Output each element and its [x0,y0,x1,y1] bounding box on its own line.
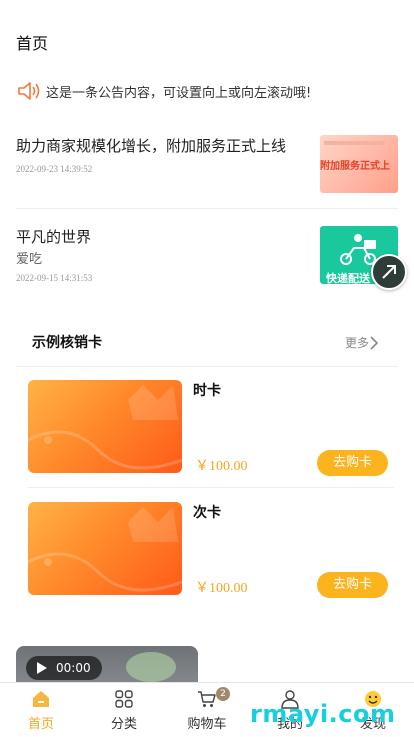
watermark: rmayi.com [250,700,396,728]
news-subtitle: 爱吃 [16,252,43,267]
tab-home[interactable]: 首页 [0,683,82,737]
video-time-pill[interactable]: 00:00 [26,656,102,680]
announcement-text: 这是一条公告内容，可设置向上或向左滚动哦! [46,85,312,101]
more-label: 更多 [345,336,370,350]
tab-label: 购物车 [187,717,227,732]
tab-category[interactable]: 分类 [83,683,165,737]
cart-icon [198,691,216,707]
news-title: 助力商家规模化增长，附加服务正式上线 [16,137,287,155]
news-thumbnail: 附加服务正式上 [320,135,398,193]
video-time: 00:00 [56,661,91,675]
more-link[interactable]: 更多 [345,334,379,351]
chevron-right-icon [370,335,379,350]
news-date: 2022-09-23 14:39:52 [16,164,93,174]
news-date: 2022-09-15 14:31:53 [16,273,93,283]
video-thumbnail-decoration [126,652,176,682]
divider [16,208,398,209]
news-title: 平凡的世界 [16,228,92,246]
tab-cart[interactable]: 2 购物车 [166,683,248,737]
card-name: 次卡 [193,505,221,521]
card-price: ￥100.00 [195,459,248,474]
divider [28,487,394,488]
page-title: 首页 [16,34,49,53]
thumb-text: 附加服务正式上 [320,161,390,172]
card-name: 时卡 [193,383,221,399]
home-icon [33,691,49,707]
tab-label: 分类 [110,717,137,732]
floating-action-button[interactable] [371,254,407,290]
thumb-decoration [324,141,384,145]
cart-badge: 2 [216,687,230,701]
card-image[interactable] [28,380,182,473]
news-item[interactable]: 助力商家规模化增长，附加服务正式上线 2022-09-23 14:39:52 附… [16,135,398,203]
speaker-icon [18,82,40,100]
tab-label: 首页 [27,717,54,732]
news-item[interactable]: 平凡的世界 爱吃 2022-09-15 14:31:53 快递配送 [16,226,398,294]
card-pattern [28,507,182,592]
card-pattern [28,385,182,470]
card-price: ￥100.00 [195,581,248,596]
section-title: 示例核销卡 [32,335,102,351]
thumb-text: 快递配送 [326,272,370,284]
buy-card-button[interactable]: 去购卡 [317,450,388,476]
play-icon [37,662,47,674]
divider [16,366,398,367]
arrow-up-right-icon [382,265,396,279]
grid-icon [115,690,133,708]
card-image[interactable] [28,502,182,595]
buy-card-button[interactable]: 去购卡 [317,572,388,598]
header: 首页 [0,0,414,72]
announcement-bar[interactable]: 这是一条公告内容，可设置向上或向左滚动哦! [16,78,406,104]
